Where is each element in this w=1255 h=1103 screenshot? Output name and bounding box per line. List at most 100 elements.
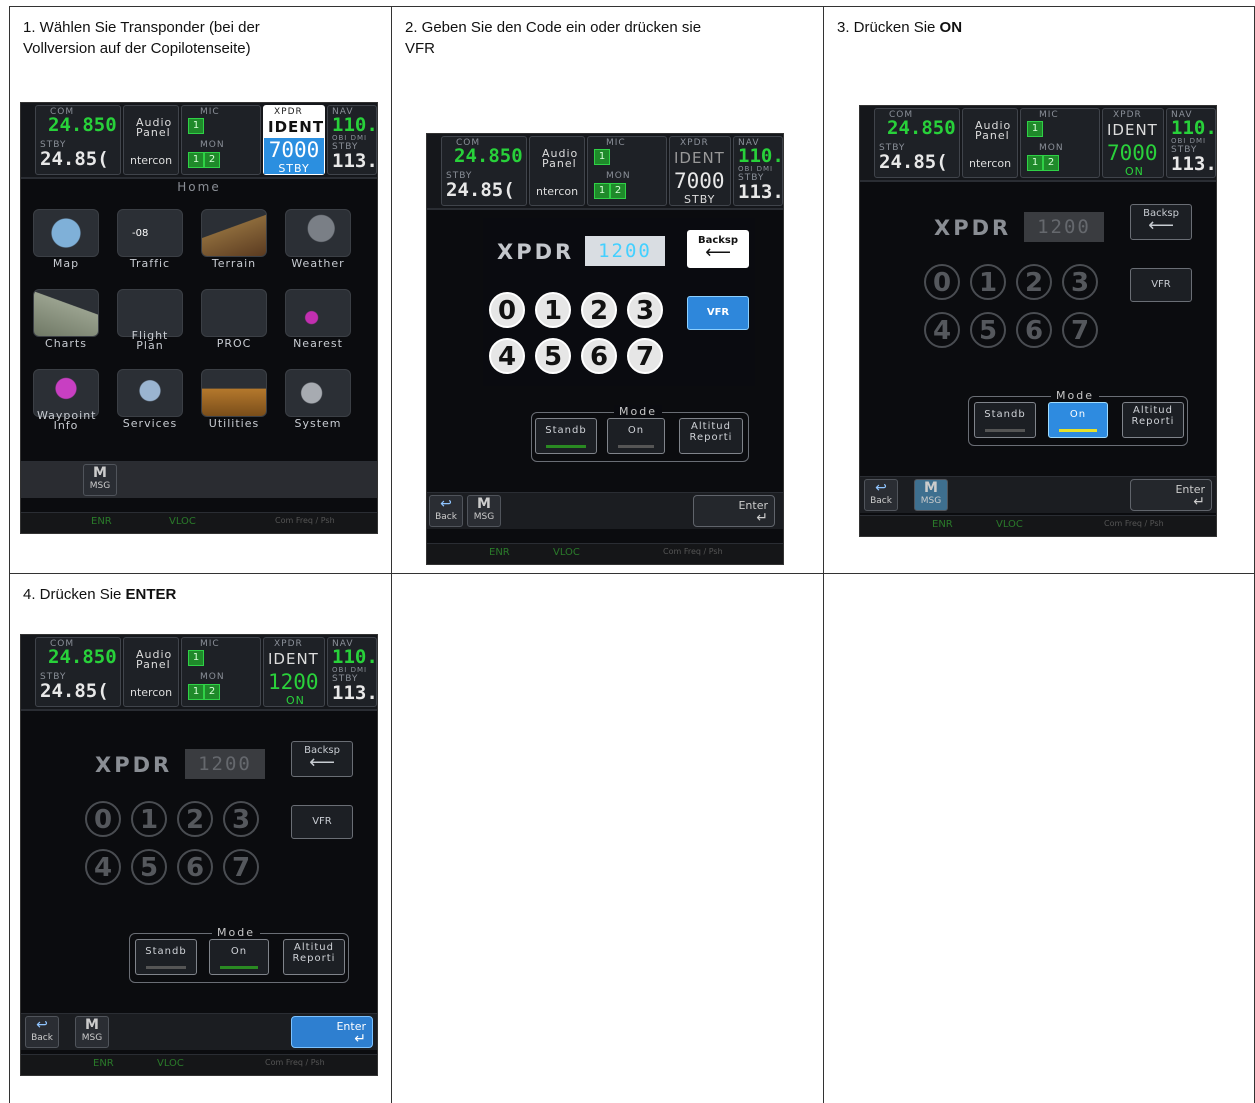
key-3[interactable]: 3 xyxy=(223,801,259,837)
xpdr-box-selected[interactable]: XPDR IDENT 7000 STBY xyxy=(263,105,325,175)
services-icon[interactable]: Services xyxy=(111,367,189,437)
key-0[interactable]: 0 xyxy=(489,292,525,328)
nav-box[interactable]: NAV 110.5 OBI DMI STBY 113.9 xyxy=(327,105,377,175)
back-arrow-icon: ↩ xyxy=(36,1017,48,1033)
status-bottombar: ENR VLOC Com Freq / Psh xyxy=(427,543,783,564)
key-3[interactable]: 3 xyxy=(627,292,663,328)
traffic-icon[interactable]: -08 Traffic xyxy=(111,207,189,277)
key-1[interactable]: 1 xyxy=(131,801,167,837)
msg-button[interactable]: M MSG xyxy=(75,1016,109,1048)
status-topbar: COM 24.850 STBY 24.85( Audio Panel nterc… xyxy=(21,103,377,179)
mic-mon-box[interactable]: MIC 1 MON 1 2 xyxy=(587,136,667,206)
soft-key-bar: ↩ Back M MSG Enter ↵ xyxy=(427,492,783,529)
key-7[interactable]: 7 xyxy=(627,338,663,374)
key-4[interactable]: 4 xyxy=(489,338,525,374)
key-6[interactable]: 6 xyxy=(1016,312,1052,348)
code-field[interactable]: 1200 xyxy=(585,236,665,266)
terrain-icon[interactable]: Terrain xyxy=(195,207,273,277)
key-4[interactable]: 4 xyxy=(85,849,121,885)
device-screen-keypad-active: COM 24.850 STBY 24.85( Audio Panel nterc… xyxy=(426,133,784,565)
mic-mon-box[interactable]: MIC 1 MON 1 2 xyxy=(181,105,261,175)
key-5[interactable]: 5 xyxy=(131,849,167,885)
altitude-reporting-button[interactable]: Altitud Reporti xyxy=(283,939,345,975)
backspace-button[interactable]: Backsp ⟵ xyxy=(291,741,353,777)
back-button[interactable]: ↩ Back xyxy=(25,1016,59,1048)
key-6[interactable]: 6 xyxy=(581,338,617,374)
com-box[interactable]: COM 24.850 STBY 24.85( xyxy=(874,108,960,178)
xpdr-box[interactable]: XPDR IDENT 7000 STBY xyxy=(669,136,731,206)
system-icon[interactable]: System xyxy=(279,367,357,437)
xpdr-box[interactable]: XPDR IDENT 7000 ON xyxy=(1102,108,1164,178)
vfr-button[interactable]: VFR xyxy=(291,805,353,839)
weather-icon[interactable]: Weather xyxy=(279,207,357,277)
enter-button[interactable]: Enter ↵ xyxy=(291,1016,373,1048)
audio-panel-box[interactable]: Audio Panel ntercon xyxy=(123,105,179,175)
audio-panel-box[interactable]: Audio Panel ntercon xyxy=(123,637,179,707)
nearest-icon[interactable]: Nearest xyxy=(279,287,357,357)
key-1[interactable]: 1 xyxy=(535,292,571,328)
key-6[interactable]: 6 xyxy=(177,849,213,885)
key-2[interactable]: 2 xyxy=(1016,264,1052,300)
enter-arrow-icon: ↵ xyxy=(756,510,768,526)
back-button[interactable]: ↩ Back xyxy=(864,479,898,511)
mic-mon-box[interactable]: MIC 1 MON 1 2 xyxy=(181,637,261,707)
utilities-icon[interactable]: Utilities xyxy=(195,367,273,437)
empty-cell-5 xyxy=(392,574,824,1103)
key-1[interactable]: 1 xyxy=(970,264,1006,300)
standby-mode-button[interactable]: Standb xyxy=(974,402,1036,438)
enter-button[interactable]: Enter ↵ xyxy=(1130,479,1212,511)
map-icon[interactable]: Map xyxy=(27,207,105,277)
enter-button[interactable]: Enter ↵ xyxy=(693,495,775,527)
arrow-left-icon: ⟵ xyxy=(309,752,335,773)
com-box[interactable]: COM 24.850 STBY 24.85( xyxy=(35,637,121,707)
soft-key-bar: ↩ Back M MSG Enter ↵ xyxy=(21,1013,377,1050)
key-7[interactable]: 7 xyxy=(223,849,259,885)
key-2[interactable]: 2 xyxy=(581,292,617,328)
mic-mon-box[interactable]: MIC 1 MON 1 2 xyxy=(1020,108,1100,178)
vfr-button[interactable]: VFR xyxy=(687,296,749,330)
vfr-button[interactable]: VFR xyxy=(1130,268,1192,302)
code-field[interactable]: 1200 xyxy=(1024,212,1104,242)
key-0[interactable]: 0 xyxy=(924,264,960,300)
waypoint-info-icon[interactable]: Waypoint Info xyxy=(27,367,105,437)
on-mode-button[interactable]: On xyxy=(1048,402,1108,438)
audio-panel-box[interactable]: Audio Panel ntercon xyxy=(962,108,1018,178)
xpdr-label: XPDR xyxy=(497,240,575,264)
audio-panel-box[interactable]: Audio Panel ntercon xyxy=(529,136,585,206)
msg-button[interactable]: M MSG xyxy=(83,464,117,496)
code-field[interactable]: 1200 xyxy=(185,749,265,779)
status-topbar: COM 24.850 STBY 24.85( Audio Panel nterc… xyxy=(860,106,1216,182)
empty-cell-6 xyxy=(824,574,1255,1103)
device-screen-mode-on: COM 24.850 STBY 24.85( Audio Panel nterc… xyxy=(859,105,1217,537)
proc-icon[interactable]: PROC xyxy=(195,287,273,357)
on-mode-button[interactable]: On xyxy=(607,418,665,454)
backspace-button[interactable]: Backsp ⟵ xyxy=(1130,204,1192,240)
altitude-reporting-button[interactable]: Altitud Reporti xyxy=(679,418,743,454)
key-7[interactable]: 7 xyxy=(1062,312,1098,348)
backspace-button[interactable]: Backsp ⟵ xyxy=(687,230,749,268)
step-4-caption: 4. Drücken Sie ENTER xyxy=(23,586,177,603)
flight-plan-icon[interactable]: Flight Plan xyxy=(111,287,189,357)
key-0[interactable]: 0 xyxy=(85,801,121,837)
nav-box[interactable]: NAV 110.5 OBI DMI STBY 113.9 xyxy=(327,637,377,707)
back-button[interactable]: ↩ Back xyxy=(429,495,463,527)
xpdr-box[interactable]: XPDR IDENT 1200 ON xyxy=(263,637,325,707)
key-4[interactable]: 4 xyxy=(924,312,960,348)
charts-icon[interactable]: Charts xyxy=(27,287,105,357)
msg-button[interactable]: M MSG xyxy=(467,495,501,527)
key-5[interactable]: 5 xyxy=(535,338,571,374)
key-2[interactable]: 2 xyxy=(177,801,213,837)
standby-mode-button[interactable]: Standb xyxy=(135,939,197,975)
key-3[interactable]: 3 xyxy=(1062,264,1098,300)
altitude-reporting-button[interactable]: Altitud Reporti xyxy=(1122,402,1184,438)
com-box[interactable]: COM 24.850 STBY 24.85( xyxy=(441,136,527,206)
nav-box[interactable]: NAV 110.5 OBI DMI STBY 113.9 xyxy=(733,136,783,206)
key-5[interactable]: 5 xyxy=(970,312,1006,348)
step-2-caption: 2. Geben Sie den Code ein oder drücken s… xyxy=(405,19,702,57)
msg-button[interactable]: M MSG xyxy=(914,479,948,511)
arrow-left-icon: ⟵ xyxy=(1148,215,1174,236)
nav-box[interactable]: NAV 110.5 OBI DMI STBY 113.9 xyxy=(1166,108,1216,178)
standby-mode-button[interactable]: Standb xyxy=(535,418,597,454)
com-box[interactable]: COM 24.850 STBY 24.85( xyxy=(35,105,121,175)
on-mode-button[interactable]: On xyxy=(209,939,269,975)
